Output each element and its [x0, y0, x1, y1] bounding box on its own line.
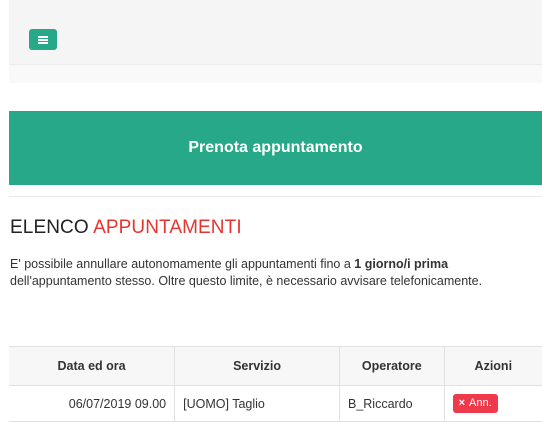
header-actions: Azioni — [444, 346, 542, 386]
title-highlight: APPUNTAMENTI — [93, 217, 242, 238]
appointments-table: Data ed ora Servizio Operatore Azioni 06… — [9, 346, 542, 422]
table-row: 06/07/2019 09.00 [UOMO] Taglio B_Riccard… — [9, 385, 542, 422]
times-icon: × — [458, 397, 466, 409]
navbar-divider — [9, 64, 542, 83]
hamburger-icon — [38, 35, 48, 44]
cancel-label: Ann. — [469, 397, 492, 409]
cancel-appointment-button[interactable]: × Ann. — [452, 394, 498, 413]
appointment-operator: B_Riccardo — [339, 385, 445, 422]
header-service: Servizio — [174, 346, 340, 386]
info-text-bold: 1 giorno/i prima — [354, 257, 449, 271]
table-header-row: Data ed ora Servizio Operatore Azioni — [9, 346, 542, 386]
info-text-after: dell'appuntamento stesso. Oltre questo l… — [10, 274, 483, 288]
page-title: ELENCO APPUNTAMENTI — [10, 217, 242, 239]
cancellation-info: E' possibile annullare autonomamente gli… — [10, 256, 542, 290]
info-text-before: E' possibile annullare autonomamente gli… — [10, 257, 351, 271]
book-appointment-label: Prenota appuntamento — [188, 139, 363, 156]
top-navbar — [9, 0, 542, 64]
section-divider — [9, 196, 542, 197]
book-appointment-button[interactable]: Prenota appuntamento — [9, 111, 542, 185]
appointment-actions: × Ann. — [444, 385, 542, 422]
header-date: Data ed ora — [9, 346, 176, 386]
appointment-service: [UOMO] Taglio — [174, 385, 340, 422]
header-operator: Operatore — [339, 346, 445, 386]
appointment-date: 06/07/2019 09.00 — [9, 385, 176, 422]
title-prefix: ELENCO — [10, 217, 89, 238]
menu-toggle-button[interactable] — [29, 29, 57, 50]
